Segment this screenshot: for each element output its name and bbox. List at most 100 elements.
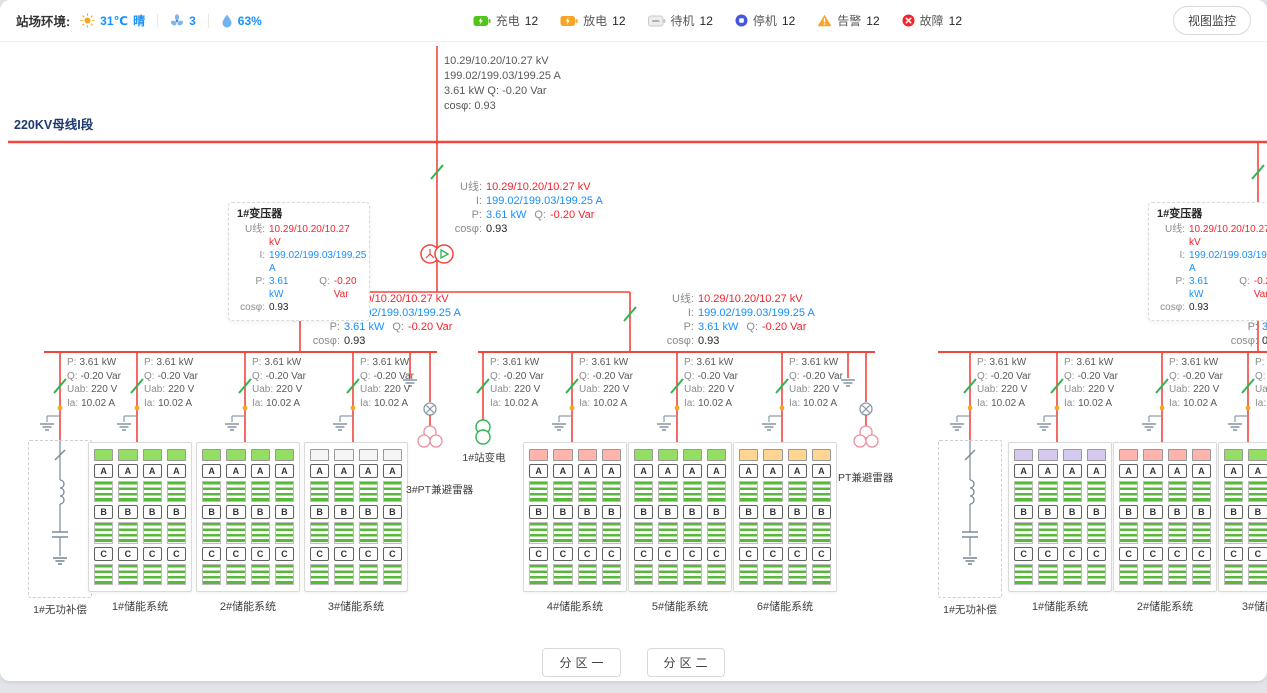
p-value: 3.61 kW: [264, 357, 301, 368]
battery-cells: [359, 481, 378, 502]
battery-cluster-label: B: [359, 505, 378, 519]
battery-cluster-label: B: [1014, 505, 1033, 519]
storage-system-box-2[interactable]: ABCABCABCABC: [304, 442, 408, 592]
battery-cluster-label: C: [553, 547, 572, 561]
feeder-measurements: P:3.61 kW Q:-0.20 Var Uab:220 V Ia:10.02…: [144, 356, 198, 410]
feeder-measurements: P:3.61 kW Q:-0.20 Var Uab:220 V Ia:10.02…: [977, 356, 1031, 410]
transformer-info-left[interactable]: 1#变压器U线:10.29/10.20/10.27 kVI:199.02/199…: [228, 202, 370, 321]
battery-cluster-label: A: [763, 464, 782, 478]
battery-cluster-label: B: [334, 505, 353, 519]
transformer-title: 1#变压器: [237, 208, 361, 221]
wind-value: 3: [189, 14, 196, 28]
battery-cluster-label: B: [226, 505, 245, 519]
battery-cells: [1248, 522, 1267, 543]
p-label: P:: [977, 357, 986, 368]
ia-value: 10.02 A: [374, 398, 408, 409]
uab-label: Uab:: [144, 384, 165, 395]
storage-system-box-0[interactable]: ABCABCABCABC: [88, 442, 192, 592]
battery-cells: [1087, 522, 1106, 543]
legend-fault[interactable]: 故障12: [902, 12, 962, 29]
view-monitor-button[interactable]: 视图监控: [1173, 6, 1251, 35]
battery-cells: [359, 564, 378, 585]
battery-cluster-label: C: [739, 547, 758, 561]
u-label: U线:: [1157, 223, 1185, 249]
legend-count: 12: [949, 14, 962, 28]
battery-cluster-label: B: [602, 505, 621, 519]
battery-rack: ABC: [383, 449, 402, 585]
i-label: I:: [660, 306, 694, 320]
battery-cells: [812, 481, 831, 502]
storage-system-box-3[interactable]: ABCABCABCABC: [523, 442, 627, 592]
legend-alarm[interactable]: 告警12: [817, 12, 879, 29]
battery-cluster-label: A: [1192, 464, 1211, 478]
p-value: 3.61 kW: [801, 357, 838, 368]
battery-cluster-label: A: [383, 464, 402, 478]
ia-label: Ia:: [789, 398, 800, 409]
rack-status-indicator: [251, 449, 270, 461]
transformer-info-right[interactable]: 1#变压器U线:10.29/10.20/10.27 kVI:199.02/199…: [1148, 202, 1267, 321]
battery-cells: [1168, 522, 1187, 543]
battery-cells: [1224, 564, 1243, 585]
reactive-compensation-right[interactable]: [938, 440, 1002, 598]
legend-count: 12: [700, 14, 713, 28]
battery-cells: [334, 564, 353, 585]
incoming-line-measurements: 10.29/10.20/10.27 kV199.02/199.03/199.25…: [444, 54, 561, 114]
battery-cluster-label: C: [578, 547, 597, 561]
battery-cells: [94, 481, 113, 502]
battery-cells: [707, 522, 726, 543]
storage-system-box-5[interactable]: ABCABCABCABC: [733, 442, 837, 592]
temperature-item: 31℃ 晴: [80, 12, 145, 29]
battery-rack: ABC: [1014, 449, 1033, 585]
battery-cluster-label: A: [553, 464, 572, 478]
battery-cells: [118, 564, 137, 585]
storage-system-box-4[interactable]: ABCABCABCABC: [628, 442, 732, 592]
legend-standby[interactable]: 待机12: [648, 12, 713, 29]
battery-rack: ABC: [658, 449, 677, 585]
battery-cluster-label: C: [1087, 547, 1106, 561]
battery-cluster-label: C: [334, 547, 353, 561]
battery-cluster-label: C: [359, 547, 378, 561]
battery-cells: [739, 564, 758, 585]
rack-status-indicator: [763, 449, 782, 461]
storage-system-label: 3#储能系统: [296, 598, 416, 614]
i-value: 199.02/199.03/199.25 A: [486, 194, 603, 208]
uab-label: Uab:: [252, 384, 273, 395]
q-value: -0.20 Var: [762, 320, 806, 334]
battery-cluster-label: B: [167, 505, 186, 519]
q-value: -0.20 Var: [504, 371, 544, 382]
storage-system-box-6[interactable]: ABCABCABCABC: [1008, 442, 1112, 592]
battery-cells: [167, 522, 186, 543]
battery-rack: ABC: [739, 449, 758, 585]
legend-discharging[interactable]: 放电12: [560, 12, 625, 29]
battery-cells: [251, 564, 270, 585]
legend-charging[interactable]: 充电12: [473, 12, 538, 29]
legend-stopped[interactable]: 停机12: [735, 12, 795, 29]
partition-2-button[interactable]: 分区二: [647, 648, 725, 677]
battery-cells: [202, 481, 221, 502]
partition-1-button[interactable]: 分区一: [542, 648, 620, 677]
humidity-value: 63%: [238, 14, 262, 28]
storage-system-label: 4#储能系统: [515, 598, 635, 614]
battery-rack: ABC: [1224, 449, 1243, 585]
battery-cells: [1119, 481, 1138, 502]
battery-cells: [334, 481, 353, 502]
battery-cells: [94, 522, 113, 543]
p-value: 3.61 kW: [1181, 357, 1218, 368]
storage-system-box-8[interactable]: ABCABCABCABC: [1218, 442, 1267, 592]
humidity-icon: [221, 14, 233, 28]
p-value: 3.61 kW: [486, 208, 526, 222]
q-label: Q:: [302, 275, 330, 301]
battery-cells: [578, 564, 597, 585]
reactive-compensation-left[interactable]: [28, 440, 92, 598]
ia-value: 10.02 A: [803, 398, 837, 409]
legend-label: 放电: [583, 12, 607, 29]
feeder-measurements: P:3.61 kW Q:-0.20 Var Uab:220 V Ia:10.02…: [1255, 356, 1267, 410]
ia-label: Ia:: [579, 398, 590, 409]
storage-system-box-1[interactable]: ABCABCABCABC: [196, 442, 300, 592]
battery-cells: [812, 522, 831, 543]
env-label: 站场环境:: [16, 11, 70, 30]
storage-system-box-7[interactable]: ABCABCABCABC: [1113, 442, 1217, 592]
cos-label: cosφ:: [1157, 301, 1185, 314]
battery-cells: [118, 481, 137, 502]
rack-status-indicator: [1248, 449, 1267, 461]
